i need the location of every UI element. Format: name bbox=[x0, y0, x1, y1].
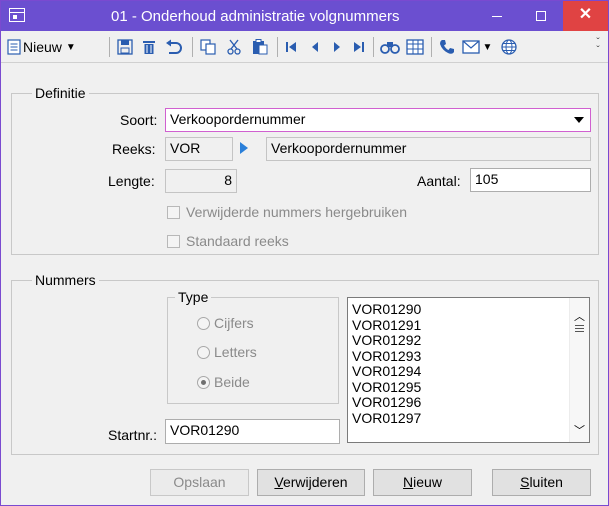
number-listbox[interactable]: VOR01290 VOR01291 VOR01292 VOR01293 VOR01294… bbox=[347, 297, 590, 443]
main-window: 01 - Onderhoud administratie volgnummers… bbox=[0, 0, 609, 506]
toolbar-separator bbox=[373, 37, 374, 57]
save-icon[interactable] bbox=[115, 37, 135, 57]
standard-series-checkbox[interactable]: Standaard reeks bbox=[167, 233, 289, 249]
type-legend: Type bbox=[175, 289, 212, 305]
type-radio-label: Letters bbox=[214, 344, 257, 360]
soort-value: Verkoopordernummer bbox=[170, 111, 306, 127]
type-radio-label: Beide bbox=[214, 374, 250, 390]
minimize-button[interactable] bbox=[475, 1, 519, 31]
checkbox-box bbox=[167, 205, 180, 219]
close-dialog-button[interactable]: Sluiten bbox=[492, 469, 591, 496]
number-list: VOR01290 VOR01291 VOR01292 VOR01293 VOR01294… bbox=[352, 302, 421, 426]
standard-series-label: Standaard reeks bbox=[186, 233, 289, 249]
delete-icon[interactable] bbox=[139, 37, 159, 57]
chevron-up-icon[interactable]: ︿ bbox=[574, 308, 585, 324]
grid-icon[interactable] bbox=[405, 37, 425, 57]
close-icon: ✕ bbox=[578, 6, 593, 23]
overflow-icon[interactable]: ˇˇ bbox=[591, 37, 605, 57]
reuse-numbers-checkbox[interactable]: Verwijderde nummers hergebruiken bbox=[167, 204, 407, 220]
app-icon bbox=[9, 8, 25, 22]
soort-label: Soort: bbox=[120, 112, 158, 128]
document-icon bbox=[7, 39, 21, 55]
phone-icon[interactable] bbox=[437, 37, 457, 57]
type-radio-beide[interactable]: Beide bbox=[197, 374, 250, 390]
reeks-name-field: Verkoopordernummer bbox=[266, 137, 591, 161]
list-item[interactable]: VOR01291 bbox=[352, 317, 421, 334]
aantal-label: Aantal: bbox=[417, 173, 461, 189]
list-item[interactable]: VOR01294 bbox=[352, 364, 421, 380]
listbox-scrollbar[interactable]: ︿ ﹀ bbox=[569, 298, 589, 442]
mail-icon[interactable]: ▼ bbox=[461, 37, 493, 57]
previous-icon[interactable] bbox=[307, 37, 323, 57]
new-button[interactable]: Nieuw bbox=[373, 469, 472, 496]
reuse-numbers-label: Verwijderde nummers hergebruiken bbox=[186, 204, 407, 220]
maximize-icon bbox=[536, 11, 546, 22]
search-icon[interactable] bbox=[379, 37, 401, 57]
chevron-down-icon[interactable]: ﹀ bbox=[574, 422, 585, 438]
next-icon[interactable] bbox=[329, 37, 345, 57]
minimize-icon bbox=[492, 15, 502, 17]
toolbar: Nieuw ▼ ▼ ˇ ˇ bbox=[1, 31, 608, 63]
new-record-button[interactable]: Nieuw ▼ bbox=[7, 37, 91, 57]
type-radio-letters[interactable]: Letters bbox=[197, 344, 257, 360]
delete-button[interactable]: Verwijderen bbox=[257, 469, 365, 496]
lengte-label: Lengte: bbox=[108, 173, 155, 189]
lookup-arrow-icon[interactable] bbox=[239, 140, 249, 159]
startnr-label: Startnr.: bbox=[108, 427, 158, 443]
copy-icon[interactable] bbox=[198, 37, 218, 57]
radio-circle bbox=[197, 345, 210, 359]
nummers-legend: Nummers bbox=[32, 272, 99, 288]
list-item[interactable]: VOR01293 bbox=[352, 348, 421, 365]
chevron-down-icon: ▼ bbox=[65, 41, 76, 53]
reeks-label: Reeks: bbox=[112, 141, 156, 157]
checkbox-box bbox=[167, 234, 180, 248]
radio-circle bbox=[197, 316, 210, 330]
window-title: 01 - Onderhoud administratie volgnummers bbox=[111, 8, 400, 25]
toolbar-separator bbox=[109, 37, 110, 57]
toolbar-separator bbox=[192, 37, 193, 57]
list-item[interactable]: VOR01290 bbox=[352, 302, 421, 318]
cut-icon[interactable] bbox=[224, 37, 244, 57]
first-icon[interactable] bbox=[283, 37, 299, 57]
definitie-legend: Definitie bbox=[32, 85, 89, 101]
type-radio-cijfers[interactable]: Cijfers bbox=[197, 315, 254, 331]
new-record-label: Nieuw bbox=[23, 39, 62, 55]
list-item[interactable]: VOR01296 bbox=[352, 395, 421, 411]
lengte-field: 8 bbox=[165, 169, 237, 193]
chevron-down-icon bbox=[574, 117, 584, 123]
toolbar-separator bbox=[431, 37, 432, 57]
title-bar: 01 - Onderhoud administratie volgnummers… bbox=[1, 1, 608, 31]
radio-circle-selected bbox=[197, 375, 210, 389]
type-radio-label: Cijfers bbox=[214, 315, 254, 331]
maximize-button[interactable] bbox=[519, 1, 563, 31]
toolbar-separator bbox=[277, 37, 278, 57]
paste-icon[interactable] bbox=[250, 37, 270, 57]
startnr-field[interactable]: VOR01290 bbox=[165, 419, 340, 444]
list-item[interactable]: VOR01295 bbox=[352, 379, 421, 396]
undo-icon[interactable] bbox=[163, 37, 185, 57]
aantal-field[interactable]: 105 bbox=[470, 168, 591, 192]
reeks-code-field: VOR bbox=[165, 137, 233, 161]
soort-combobox[interactable]: Verkoopordernummer bbox=[165, 108, 591, 132]
globe-icon[interactable] bbox=[499, 37, 519, 57]
chevron-down-icon: ▼ bbox=[482, 41, 493, 53]
save-button[interactable]: Opslaan bbox=[150, 469, 249, 496]
scrollbar-thumb[interactable] bbox=[575, 325, 584, 334]
close-button[interactable]: ✕ bbox=[563, 1, 608, 31]
list-item[interactable]: VOR01297 bbox=[352, 410, 421, 427]
last-icon[interactable] bbox=[351, 37, 367, 57]
list-item[interactable]: VOR01292 bbox=[352, 333, 421, 349]
